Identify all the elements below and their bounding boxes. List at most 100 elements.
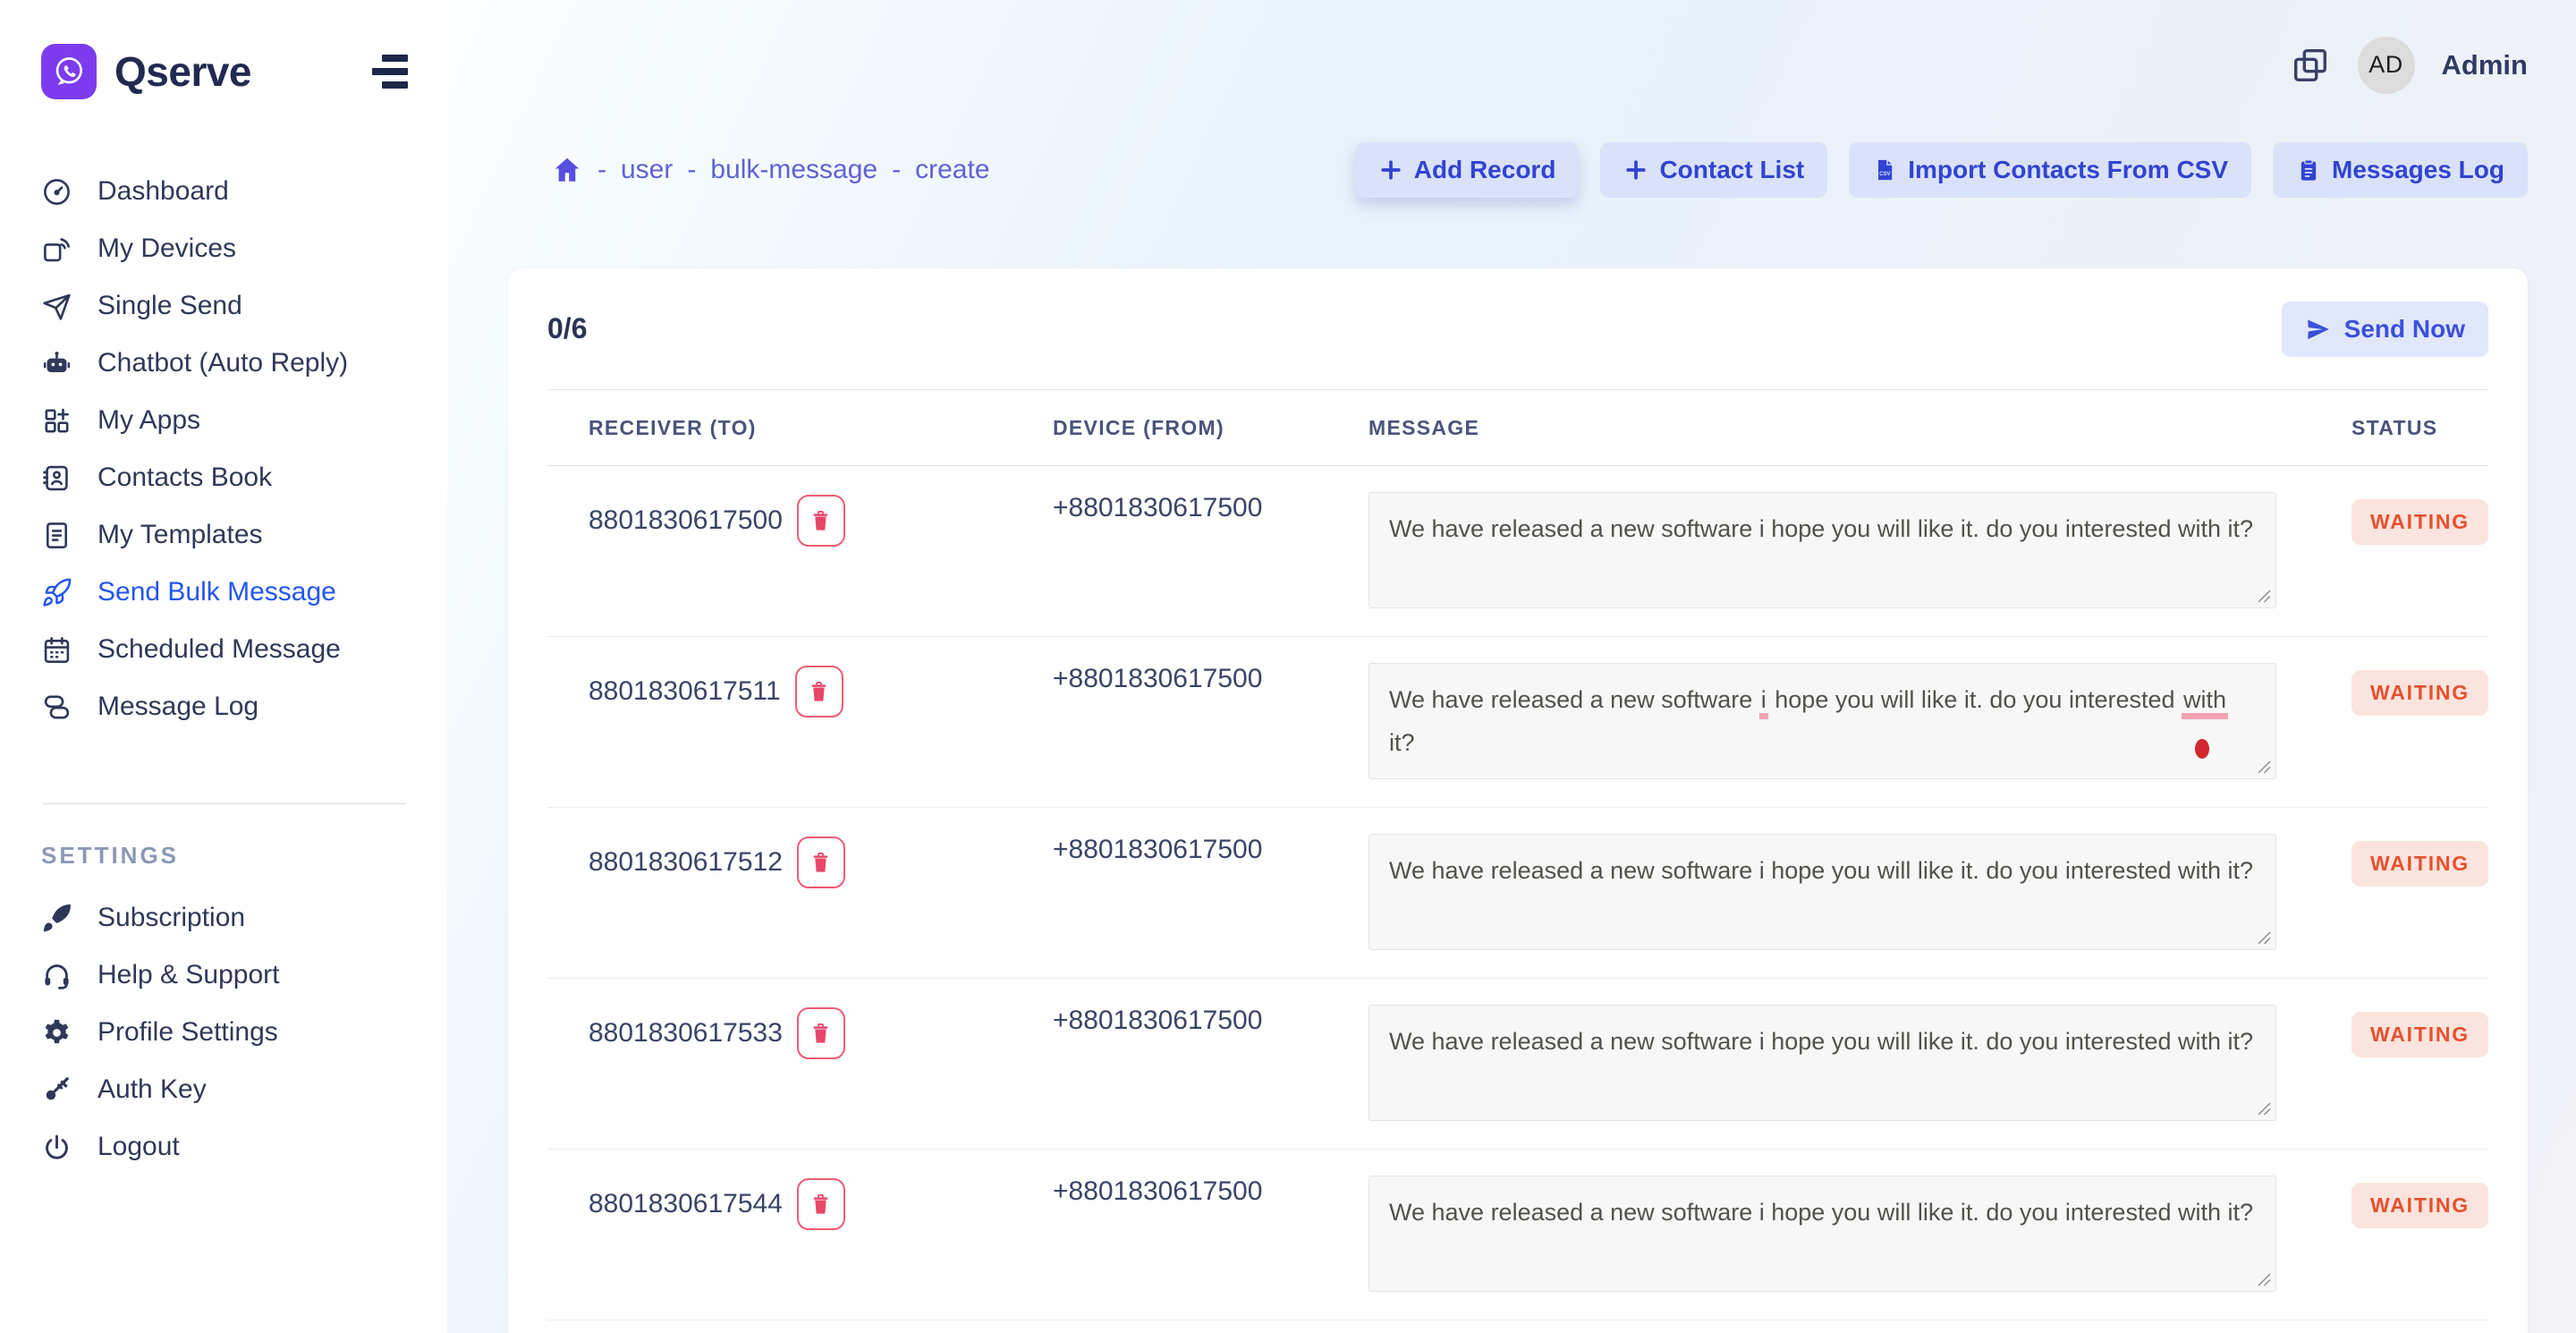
app-root: Qserve Dashboard My Devices [0, 0, 2576, 1333]
grammar-dot-indicator[interactable] [2195, 739, 2209, 759]
device-number: +8801830617500 [1053, 493, 1262, 522]
plus-icon [1378, 157, 1403, 183]
spellcheck-underline: with [2182, 686, 2228, 719]
message-textarea[interactable]: We have released a new software i hope y… [1368, 834, 2276, 950]
sidebar-item-label: Logout [97, 1132, 180, 1162]
sidebar-item-label: Profile Settings [97, 1017, 278, 1048]
sidebar-toggle-button[interactable] [372, 55, 408, 89]
status-badge: WAITING [2351, 670, 2488, 716]
col-header-message: MESSAGE [1325, 416, 2273, 440]
send-now-button[interactable]: Send Now [2282, 301, 2488, 357]
sidebar-item-my-devices[interactable]: My Devices [41, 220, 408, 277]
trash-icon [809, 509, 833, 533]
sidebar-settings-menu: Subscription Help & Support Profile Sett… [41, 889, 408, 1176]
device-number: +8801830617500 [1053, 664, 1262, 693]
spellcheck-underline: i [1759, 686, 1768, 719]
receiver-number: 8801830617500 [589, 505, 783, 536]
device-number: +8801830617500 [1053, 835, 1262, 864]
sidebar-item-my-templates[interactable]: My Templates [41, 506, 408, 564]
message-textarea[interactable]: We have released a new software i hope y… [1368, 492, 2276, 608]
sidebar-item-single-send[interactable]: Single Send [41, 277, 408, 335]
robot-icon [41, 348, 72, 379]
sidebar-item-logout[interactable]: Logout [41, 1118, 408, 1176]
sidebar-item-label: Message Log [97, 692, 258, 722]
brand-name: Qserve [114, 47, 251, 96]
sidebar-item-label: Chatbot (Auto Reply) [97, 348, 348, 378]
table-row-partial [547, 1320, 2488, 1333]
sidebar-item-my-apps[interactable]: My Apps [41, 392, 408, 449]
contact-list-button[interactable]: Contact List [1600, 142, 1827, 198]
gear-icon [41, 1017, 72, 1049]
table-row: 8801830617544 +8801830617500 We have rel… [547, 1150, 2488, 1320]
resize-handle-icon[interactable] [2258, 760, 2271, 774]
avatar-initials: AD [2368, 51, 2403, 79]
status-badge: WAITING [2351, 1012, 2488, 1057]
delete-row-button[interactable] [795, 666, 843, 717]
delete-row-button[interactable] [797, 1007, 845, 1059]
device-number: +8801830617500 [1053, 1176, 1262, 1206]
sidebar-item-message-log[interactable]: Message Log [41, 678, 408, 735]
table-row: 8801830617500 +8801830617500 We have rel… [547, 466, 2488, 637]
message-text: hope you will like it. do you interested [1775, 686, 2174, 713]
col-header-status: STATUS [2273, 416, 2488, 440]
delete-row-button[interactable] [797, 836, 845, 888]
progress-counter: 0/6 [547, 312, 587, 345]
copy-icon[interactable] [2290, 45, 2331, 86]
avatar[interactable]: AD [2358, 37, 2415, 94]
col-header-receiver: RECEIVER (TO) [547, 416, 1010, 440]
apps-grid-icon [41, 405, 72, 437]
resize-handle-icon[interactable] [2258, 1273, 2271, 1286]
breadcrumb-separator: - [892, 155, 901, 185]
status-badge: WAITING [2351, 499, 2488, 545]
headset-icon [41, 960, 72, 991]
sidebar-item-label: Auth Key [97, 1074, 207, 1105]
import-csv-button[interactable]: CSV Import Contacts From CSV [1849, 142, 2251, 198]
sidebar-item-label: Subscription [97, 903, 245, 933]
message-textarea[interactable]: We have released a new software i hope y… [1368, 1176, 2276, 1292]
main-content: AD Admin - user - bulk-message - create … [447, 0, 2576, 1333]
whatsapp-icon [50, 53, 88, 90]
import-csv-label: Import Contacts From CSV [1908, 156, 2228, 184]
sidebar-item-dashboard[interactable]: Dashboard [41, 163, 408, 220]
sidebar-item-contacts-book[interactable]: Contacts Book [41, 449, 408, 506]
sidebar-item-auth-key[interactable]: Auth Key [41, 1061, 408, 1118]
sidebar-item-chatbot[interactable]: Chatbot (Auto Reply) [41, 335, 408, 392]
col-header-device: DEVICE (FROM) [1010, 416, 1325, 440]
message-text: We have released a new software i hope y… [1389, 1199, 2253, 1226]
sidebar-item-scheduled-message[interactable]: Scheduled Message [41, 621, 408, 678]
page-head: - user - bulk-message - create Add Recor… [508, 139, 2528, 201]
sidebar-item-label: Single Send [97, 291, 242, 321]
resize-handle-icon[interactable] [2258, 590, 2271, 603]
svg-text:CSV: CSV [1879, 172, 1890, 177]
sidebar-item-send-bulk-message[interactable]: Send Bulk Message [41, 564, 408, 621]
brand-logo[interactable] [41, 44, 97, 99]
home-icon[interactable] [551, 154, 583, 186]
message-log-icon [41, 692, 72, 723]
send-icon [2305, 316, 2332, 343]
delete-row-button[interactable] [797, 495, 845, 547]
messages-log-label: Messages Log [2332, 156, 2504, 184]
resize-handle-icon[interactable] [2258, 931, 2271, 945]
device-number: +8801830617500 [1053, 1006, 1262, 1035]
table-row: 8801830617512 +8801830617500 We have rel… [547, 808, 2488, 979]
delete-row-button[interactable] [797, 1178, 845, 1230]
resize-handle-icon[interactable] [2258, 1102, 2271, 1116]
breadcrumb-create[interactable]: create [915, 155, 989, 185]
rocket-filled-icon [41, 903, 72, 934]
messages-log-button[interactable]: Messages Log [2273, 142, 2528, 198]
trash-icon [809, 1022, 833, 1046]
sidebar-divider [43, 803, 406, 804]
breadcrumb-bulk-message[interactable]: bulk-message [710, 155, 877, 185]
table-header-row: RECEIVER (TO) DEVICE (FROM) MESSAGE STAT… [547, 389, 2488, 466]
device-signal-icon [41, 233, 72, 265]
message-textarea[interactable]: We have released a new software i hope y… [1368, 663, 2276, 779]
message-textarea[interactable]: We have released a new software i hope y… [1368, 1005, 2276, 1121]
receiver-number: 8801830617544 [589, 1189, 783, 1219]
send-now-label: Send Now [2344, 315, 2465, 344]
sidebar-item-profile-settings[interactable]: Profile Settings [41, 1004, 408, 1061]
breadcrumb-user[interactable]: user [621, 155, 673, 185]
sidebar-item-help-support[interactable]: Help & Support [41, 947, 408, 1004]
add-record-button[interactable]: Add Record [1355, 142, 1580, 198]
sidebar-item-subscription[interactable]: Subscription [41, 889, 408, 947]
sidebar-item-label: Contacts Book [97, 463, 272, 493]
